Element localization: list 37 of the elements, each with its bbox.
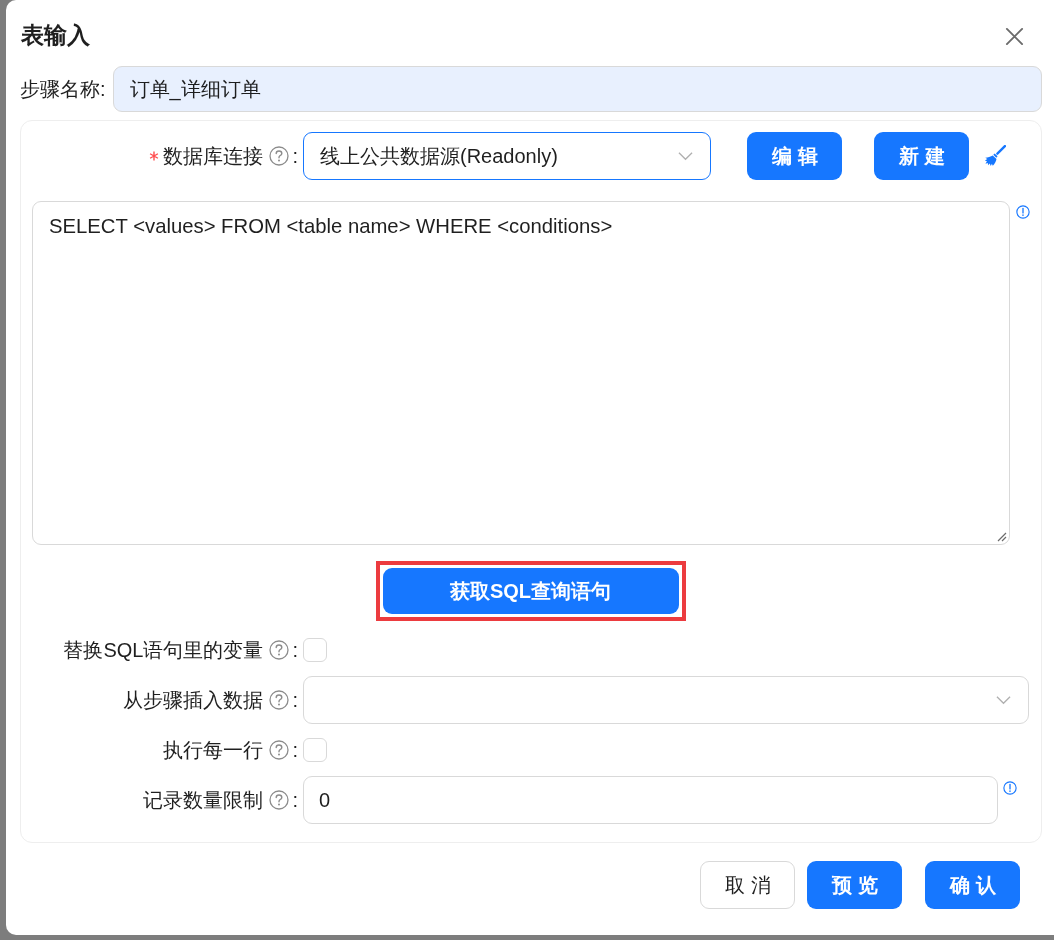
field-label: 从步骤插入数据: [123, 687, 264, 713]
resize-handle-icon[interactable]: [997, 532, 1007, 542]
info-icon: [1003, 781, 1017, 795]
connection-select[interactable]: 线上公共数据源(Readonly): [303, 132, 711, 180]
label-colon: :: [292, 144, 298, 168]
broom-icon[interactable]: [984, 145, 1006, 167]
dialog-title: 表输入: [21, 21, 90, 50]
checkbox[interactable]: [303, 638, 327, 662]
step-name-field[interactable]: 订单_详细订单: [112, 66, 1042, 112]
label-colon: :: [292, 688, 298, 712]
footer-button[interactable]: 预览: [807, 861, 902, 909]
field-label: 数据库连接: [163, 143, 264, 169]
checkbox[interactable]: [303, 738, 327, 762]
sql-editor[interactable]: SELECT <values> FROM <table name> WHERE <conditions>: [32, 201, 1010, 545]
label-colon: :: [292, 788, 298, 812]
step-name-label: 步骤名称:: [20, 76, 106, 102]
connection-action-button[interactable]: 编辑: [747, 132, 842, 180]
field-label: 记录数量限制: [143, 787, 264, 813]
label-colon: :: [292, 638, 298, 662]
get-sql-button[interactable]: 获取SQL查询语句: [382, 568, 679, 614]
footer-button[interactable]: 取消: [700, 861, 795, 909]
help-icon[interactable]: [269, 740, 290, 760]
help-icon[interactable]: [269, 640, 290, 660]
connection-action-button[interactable]: 新建: [874, 132, 969, 180]
field-label: 执行每一行: [163, 737, 264, 763]
label-colon: :: [292, 738, 298, 762]
help-icon[interactable]: [269, 790, 290, 810]
record-limit-field[interactable]: 0: [303, 776, 998, 824]
footer-button[interactable]: 确认: [925, 861, 1020, 909]
close-icon[interactable]: [1005, 26, 1024, 46]
chevron-down-icon: [678, 151, 693, 161]
help-icon[interactable]: [269, 146, 290, 166]
info-icon: [1016, 205, 1030, 219]
help-icon[interactable]: [269, 690, 290, 710]
select-field[interactable]: [303, 676, 1029, 724]
field-label: 替换SQL语句里的变量: [63, 637, 264, 663]
chevron-down-icon: [996, 695, 1011, 705]
